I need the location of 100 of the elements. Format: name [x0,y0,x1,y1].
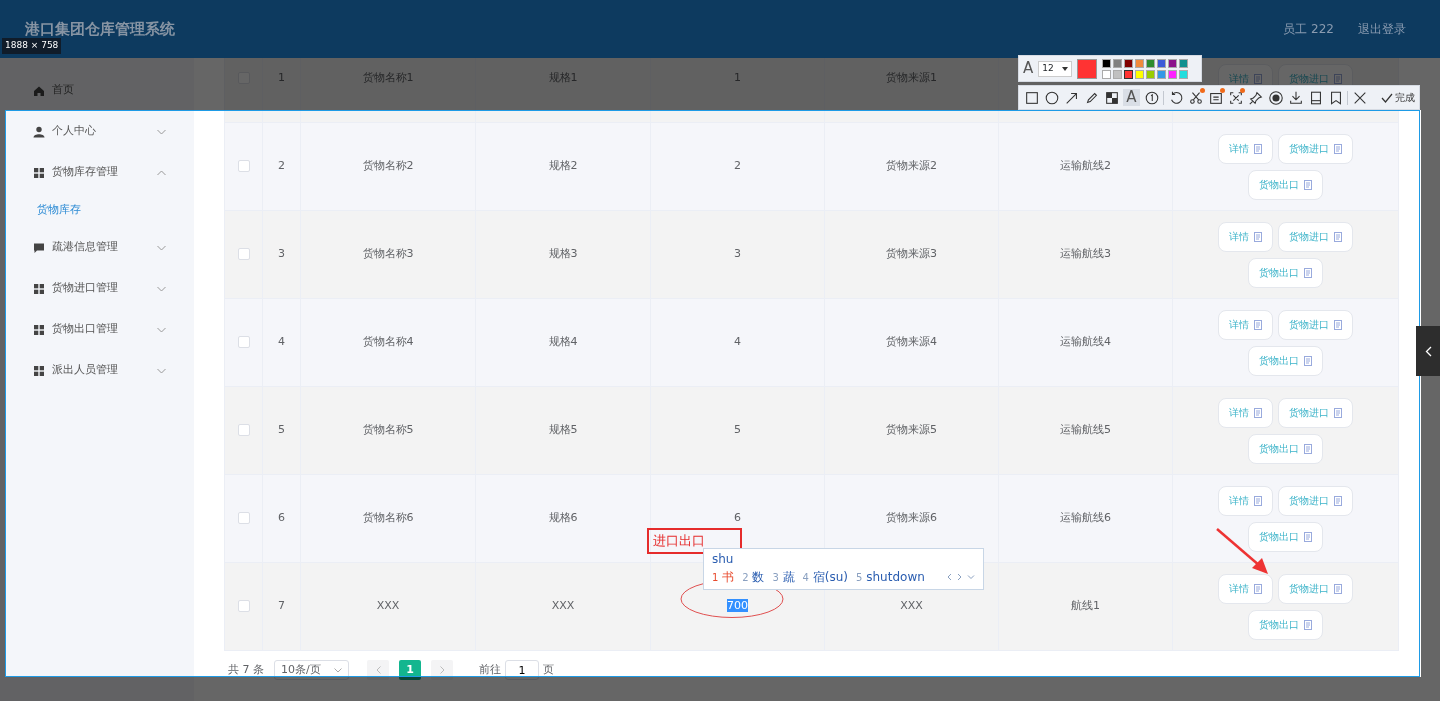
color-swatch[interactable] [1179,69,1189,79]
sidebar-item[interactable]: 个人中心 [0,111,194,152]
color-swatch[interactable] [1168,69,1178,79]
action-button[interactable]: 货物出口 [1248,433,1323,464]
row-checkbox[interactable] [237,512,250,525]
color-swatch[interactable] [1135,58,1145,68]
color-swatch[interactable] [1157,58,1167,68]
sidebar-item[interactable]: 疏港信息管理 [0,227,194,268]
color-swatch[interactable] [1168,58,1178,68]
numbered-circle-tool-button[interactable] [1143,89,1160,106]
action-button[interactable]: 货物出口 [1248,169,1323,200]
document-icon [1304,619,1312,630]
action-button[interactable]: 货物出口 [1248,609,1323,640]
action-button[interactable]: 货物进口 [1278,485,1353,516]
logout-link[interactable]: 退出登录 [1358,20,1406,38]
table-cell: 5 [278,423,285,437]
table-cell: 运输航线5 [1060,423,1111,437]
document-icon [1254,583,1262,594]
mosaic-tool-button[interactable] [1103,89,1120,106]
table-cell: 运输航线4 [1060,335,1111,349]
row-checkbox[interactable] [237,600,250,613]
numbered-circle-icon [1143,89,1160,106]
submenu-item[interactable]: 货物库存 [0,193,194,227]
done-button[interactable]: 完成 [1381,90,1415,105]
table-cell: 6 [734,511,741,525]
prev-page-button[interactable] [367,660,389,680]
circle-icon [1043,89,1060,106]
sidebar-item[interactable]: 货物库存管理 [0,152,194,193]
ime-candidate[interactable]: 1 书 [712,568,735,586]
download-tool-button[interactable] [1287,89,1304,106]
action-button[interactable]: 详情 [1218,221,1273,252]
action-button[interactable]: 货物进口 [1278,133,1353,164]
grid-icon [33,166,45,179]
table-cell: 1 [734,71,741,85]
action-button[interactable]: 详情 [1218,309,1273,340]
action-button[interactable]: 货物进口 [1278,309,1353,340]
ime-candidate[interactable]: 3 蔬 [772,568,795,586]
font-size-select[interactable]: 12 [1038,60,1073,77]
document-icon [1304,355,1312,366]
table-cell: 1 [278,71,285,85]
action-button[interactable]: 详情 [1218,133,1273,164]
table-cell: 5 [734,423,741,437]
sidebar-item[interactable]: 货物出口管理 [0,309,194,350]
table-cell: 货物来源6 [886,511,937,525]
rectangle-tool-button[interactable] [1023,89,1040,106]
ime-candidate[interactable]: 5 shutdown [856,568,925,586]
table-cell: 2 [734,159,741,173]
action-button[interactable]: 详情 [1218,397,1273,428]
table-cell: 规格3 [548,247,578,261]
action-button[interactable]: 详情 [1218,573,1273,604]
color-swatch[interactable] [1135,69,1145,79]
ime-candidate[interactable]: 2 数 [742,568,765,586]
row-checkbox[interactable] [237,424,250,437]
circle-tool-button[interactable] [1043,89,1060,106]
user-icon [33,125,45,138]
color-swatch[interactable] [1179,58,1189,68]
action-button[interactable]: 货物出口 [1248,257,1323,288]
action-button[interactable]: 详情 [1218,485,1273,516]
page-input[interactable]: 1 [505,660,539,680]
document-icon [1334,495,1342,506]
table-cell: 货物名称4 [362,335,414,349]
current-color-swatch[interactable] [1077,58,1098,79]
action-button[interactable]: 货物出口 [1248,345,1323,376]
action-button[interactable]: 货物进口 [1278,573,1353,604]
row-checkbox[interactable] [237,248,250,261]
next-page-button[interactable] [431,660,453,680]
row-checkbox[interactable] [237,160,250,173]
document-icon [1304,531,1312,542]
color-swatch[interactable] [1113,58,1123,68]
user-name: 员工 222 [1283,21,1334,38]
row-checkbox[interactable] [237,336,250,349]
color-swatch[interactable] [1124,58,1134,68]
page-arrows-icon [947,573,975,581]
pin-tool-button[interactable] [1247,89,1264,106]
action-button[interactable]: 货物出口 [1248,521,1323,552]
text-tool-button[interactable]: A [1123,89,1140,106]
color-swatch[interactable] [1146,58,1156,68]
action-button[interactable]: 货物进口 [1278,397,1353,428]
home-icon [33,84,45,97]
text-scan-tool-button[interactable] [1207,89,1224,106]
goto-label: 前往 [479,661,501,678]
color-swatch[interactable] [1146,69,1156,79]
color-swatch[interactable] [1102,69,1112,79]
color-swatch[interactable] [1113,69,1123,79]
chevron-down-icon [334,667,342,673]
caret-down-icon [1062,66,1069,71]
table-cell: 货物来源5 [886,423,937,437]
sidebar-item[interactable]: 货物进口管理 [0,268,194,309]
color-swatch[interactable] [1157,69,1167,79]
action-button[interactable]: 货物进口 [1278,221,1353,252]
scan-frame-tool-button[interactable] [1227,89,1244,106]
ime-candidate[interactable]: 4 宿(su) [802,568,849,586]
sidebar-item[interactable]: 首页 [0,70,194,111]
scissors-tool-button[interactable] [1187,89,1204,106]
record-tool-button[interactable] [1267,89,1284,106]
color-swatch[interactable] [1124,69,1134,79]
sidebar-item[interactable]: 派出人员管理 [0,350,194,391]
page-size-select[interactable]: 10条/页 [274,660,349,680]
page-number[interactable]: 1 [399,660,421,680]
color-swatch[interactable] [1102,58,1112,68]
